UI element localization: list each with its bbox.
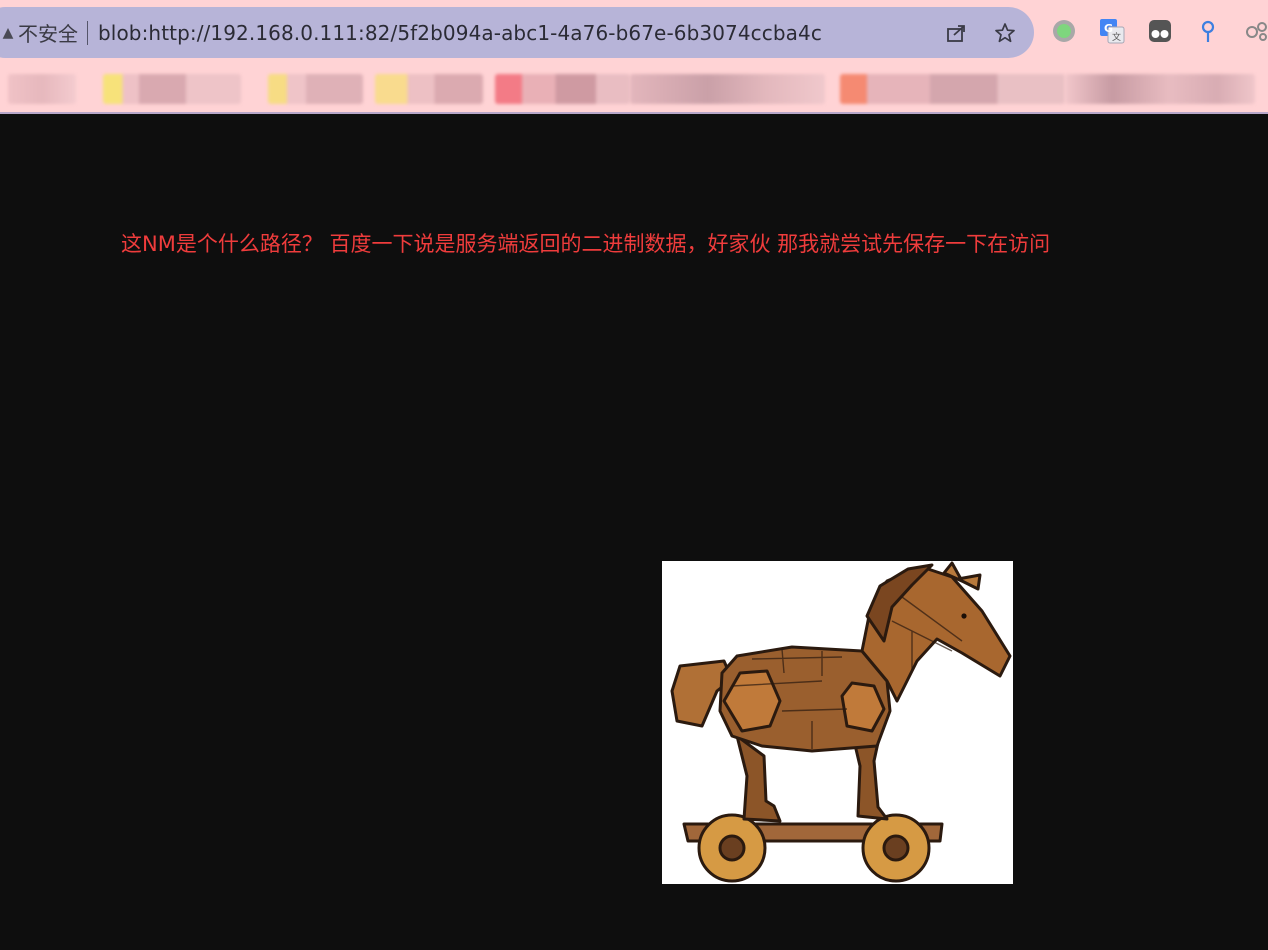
svg-text:文: 文 (1112, 31, 1121, 43)
share-icon[interactable] (944, 20, 970, 46)
bookmarks-bar (0, 66, 1268, 110)
bookmark-item[interactable] (1065, 74, 1255, 104)
green-dot-extension-icon[interactable] (1050, 17, 1078, 45)
address-bar-content: ▲ 不安全 blob:http://192.168.0.111:82/5f2b0… (0, 7, 1034, 58)
ext-overflow-icon[interactable] (1242, 17, 1268, 45)
extensions-bar: G文 (1050, 17, 1268, 45)
trojan-horse-image (662, 561, 1013, 884)
tampermonkey-icon[interactable] (1146, 17, 1174, 45)
browser-chrome: ▲ 不安全 blob:http://192.168.0.111:82/5f2b0… (0, 0, 1268, 113)
warning-icon[interactable]: ▲ (0, 25, 16, 41)
bookmark-item[interactable] (8, 74, 76, 104)
bookmark-item[interactable] (630, 74, 825, 104)
bookmark-item[interactable] (840, 74, 1065, 104)
bookmark-item[interactable] (268, 74, 363, 104)
bookmark-item[interactable] (495, 74, 630, 104)
address-actions (944, 7, 1034, 58)
bookmark-item[interactable] (375, 74, 483, 104)
security-label[interactable]: 不安全 (18, 18, 78, 47)
page-message: 这NM是个什么路径？ 百度一下说是服务端返回的二进制数据，好家伙 那我就尝试先保… (121, 232, 1051, 256)
bookmark-item[interactable] (103, 74, 241, 104)
google-translate-icon[interactable]: G文 (1098, 17, 1126, 45)
address-divider (87, 20, 88, 45)
toolbar-divider (0, 112, 1268, 114)
bookmark-star-icon[interactable] (992, 20, 1018, 46)
url-text[interactable]: blob:http://192.168.0.111:82/5f2b094a-ab… (98, 21, 822, 45)
location-pin-icon[interactable] (1194, 17, 1222, 45)
